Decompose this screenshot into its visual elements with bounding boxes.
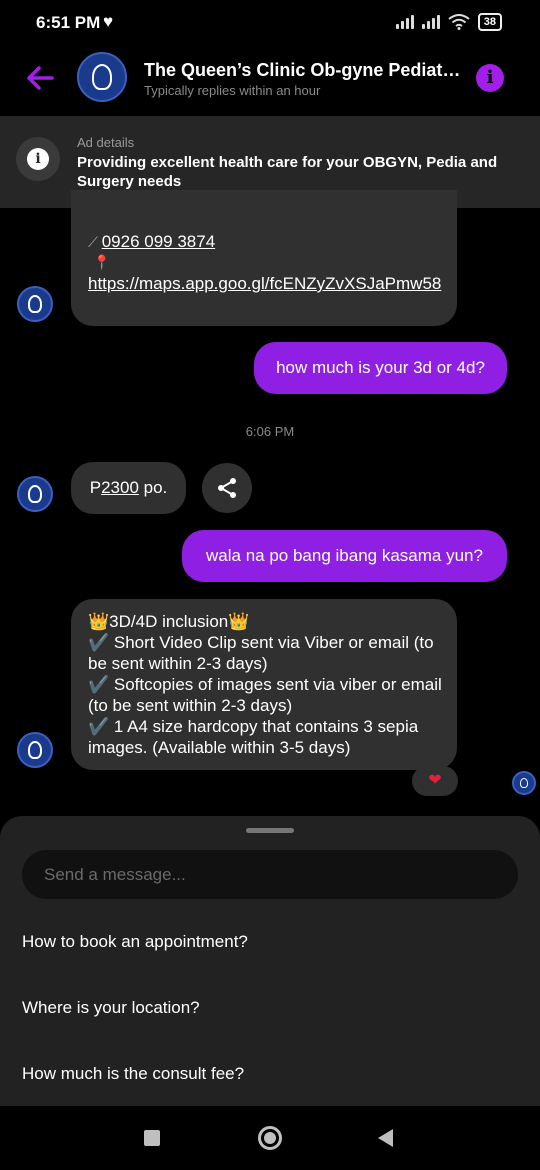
status-icons: 38 (395, 13, 502, 31)
ad-text: Providing excellent health care for your… (77, 154, 498, 190)
avatar (17, 476, 53, 512)
info-icon: i (486, 67, 494, 88)
wifi-icon (448, 14, 470, 30)
info-icon: i (16, 137, 60, 181)
seen-avatar (512, 771, 536, 795)
info-button[interactable]: i (476, 64, 504, 92)
recents-icon[interactable] (144, 1130, 160, 1146)
signal-icon (395, 15, 414, 29)
timestamp: 6:06 PM (245, 424, 295, 439)
ad-label: Ad details (77, 135, 135, 150)
pin-icon: 📍 (93, 254, 111, 270)
price-suffix: po. (138, 478, 168, 497)
signal-icon (421, 15, 440, 29)
inclusion-item: ✔️ Softcopies of images sent via viber o… (88, 675, 442, 715)
clinic-avatar[interactable] (77, 52, 127, 102)
phone-icon: ⟋ (88, 234, 102, 250)
status-bar: 6:51 PM ♥ 38 (0, 0, 540, 46)
maps-link[interactable]: https://maps.app.goo.gl/fcENZyZvXSJaPmw5… (88, 273, 443, 294)
drag-handle[interactable] (246, 828, 294, 833)
heart-icon: ♥ (103, 12, 114, 31)
back-button[interactable] (22, 60, 58, 96)
share-button[interactable] (202, 463, 252, 513)
incoming-message: P2300 po. (71, 462, 186, 514)
message-input[interactable] (22, 850, 518, 899)
share-icon (218, 478, 236, 498)
price-prefix: P (89, 478, 102, 497)
inclusion-item: ✔️ 1 A4 size hardcopy that contains 3 se… (88, 717, 419, 757)
page-title[interactable]: The Queen’s Clinic Ob-gyne Pediatric... (144, 60, 464, 81)
reply-time-subtitle: Typically replies within an hour (144, 83, 321, 98)
price-amount[interactable]: 2300 (101, 478, 139, 497)
outgoing-message: how much is your 3d or 4d? (254, 342, 507, 394)
chat-header: The Queen’s Clinic Ob-gyne Pediatric... … (0, 46, 540, 116)
incoming-message: 👑3D/4D inclusion👑 ✔️ Short Video Clip se… (71, 599, 457, 770)
avatar (17, 732, 53, 768)
home-icon[interactable] (258, 1126, 282, 1150)
incoming-message: ⟋ 0926 099 3874 📍 https://maps.app.goo.g… (71, 190, 457, 326)
back-arrow-icon (27, 66, 54, 90)
system-nav-bar (0, 1106, 540, 1170)
quick-reply-book[interactable]: How to book an appointment? (22, 932, 248, 952)
quick-reply-sheet: How to book an appointment? Where is you… (0, 816, 540, 1106)
outgoing-message: wala na po bang ibang kasama yun? (182, 530, 507, 582)
quick-reply-consult-fee[interactable]: How much is the consult fee? (22, 1064, 244, 1084)
avatar (17, 286, 53, 322)
inclusion-title: 👑3D/4D inclusion👑 (88, 612, 250, 631)
heart-reaction[interactable]: ❤ (412, 766, 458, 796)
quick-reply-location[interactable]: Where is your location? (22, 998, 200, 1018)
phone-link[interactable]: 0926 099 3874 (102, 232, 215, 251)
status-time: 6:51 PM (36, 13, 101, 32)
back-icon[interactable] (378, 1129, 393, 1147)
battery-icon: 38 (477, 13, 502, 31)
inclusion-item: ✔️ Short Video Clip sent via Viber or em… (88, 633, 434, 673)
